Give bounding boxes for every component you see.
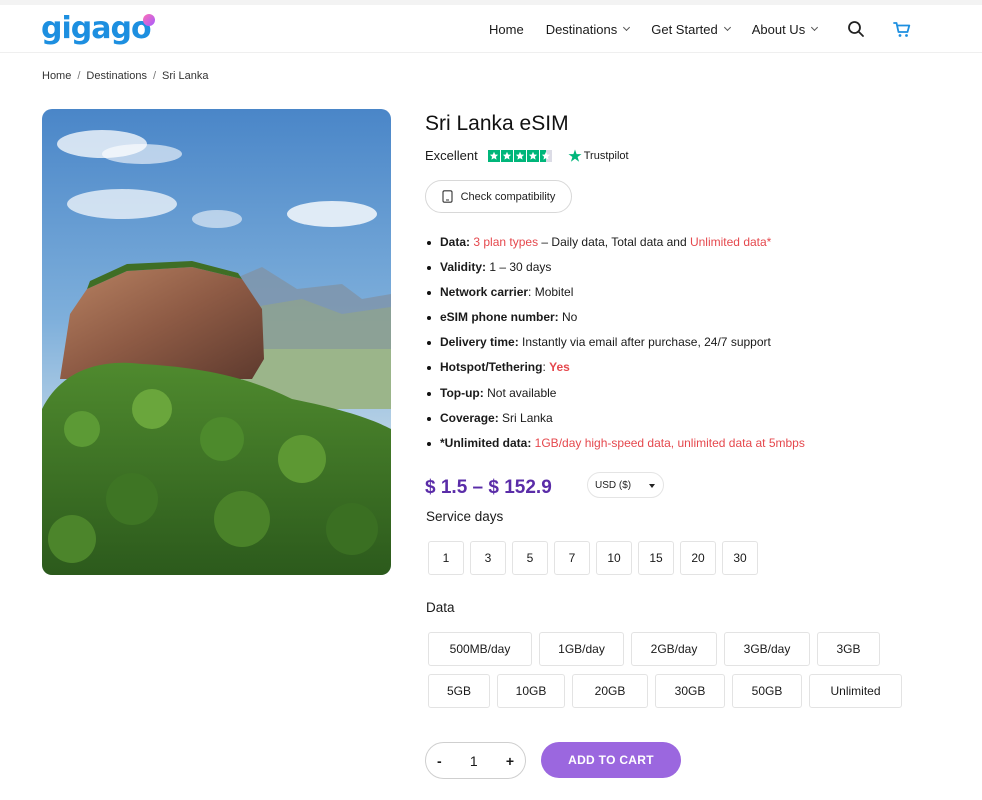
rating-stars: [487, 149, 552, 162]
nav-about-us-label: About Us: [751, 21, 806, 37]
nav-destinations[interactable]: Destinations: [545, 21, 631, 37]
product-image: [42, 109, 391, 575]
trustpilot-star-icon: [568, 149, 582, 162]
data-option[interactable]: 2GB/day: [631, 632, 717, 666]
data-option[interactable]: 1GB/day: [539, 632, 624, 666]
site-header: gigago Home Destinations Get Started Abo…: [0, 5, 982, 53]
data-option[interactable]: 3GB: [817, 632, 880, 666]
service-day-option[interactable]: 15: [638, 541, 674, 575]
spec-esim-phone-number: eSIM phone number: No: [427, 305, 805, 330]
rating-row: Excellent Trustpilot: [425, 148, 629, 163]
trustpilot-logo[interactable]: Trustpilot: [568, 149, 629, 163]
nav-destinations-label: Destinations: [545, 21, 618, 37]
price-range: $ 1.5 – $ 152.9: [425, 477, 552, 498]
data-option[interactable]: 10GB: [497, 674, 565, 708]
service-day-option[interactable]: 30: [722, 541, 758, 575]
add-to-cart-button[interactable]: ADD TO CART: [541, 742, 681, 778]
breadcrumb-home[interactable]: Home: [42, 70, 71, 82]
site-logo[interactable]: gigago: [41, 11, 155, 46]
breadcrumb-separator: /: [152, 70, 157, 82]
quantity-decrease-button[interactable]: -: [437, 753, 442, 769]
main-nav: Home Destinations Get Started About Us: [489, 5, 839, 53]
currency-value: USD ($): [595, 479, 632, 491]
spec-validity: Validity: 1 – 30 days: [427, 255, 805, 280]
nav-get-started[interactable]: Get Started: [651, 21, 731, 37]
spec-data: Data: 3 plan types – Daily data, Total d…: [427, 230, 805, 255]
currency-select[interactable]: USD ($): [587, 472, 664, 498]
quantity-stepper: - 1 +: [425, 742, 526, 779]
logo-dot-icon: [142, 14, 155, 26]
breadcrumb: Home / Destinations / Sri Lanka: [42, 70, 209, 82]
data-option[interactable]: 30GB: [655, 674, 725, 708]
data-option[interactable]: 20GB: [572, 674, 648, 708]
check-compatibility-button[interactable]: Check compatibility: [425, 180, 572, 213]
trustpilot-label: Trustpilot: [583, 149, 629, 162]
chevron-down-icon: [723, 23, 731, 32]
search-icon[interactable]: [845, 18, 867, 40]
cart-icon[interactable]: [891, 18, 913, 40]
quantity-value[interactable]: 1: [470, 753, 478, 769]
spec-coverage: Coverage: Sri Lanka: [427, 406, 805, 431]
service-days-options: 1 3 5 7 10 15 20 30: [428, 541, 758, 575]
nav-home-label: Home: [489, 21, 524, 37]
nav-get-started-label: Get Started: [651, 21, 718, 37]
check-compatibility-label: Check compatibility: [460, 190, 556, 203]
spec-network-carrier: Network carrier: Mobitel: [427, 280, 805, 305]
breadcrumb-current: Sri Lanka: [162, 70, 209, 82]
data-option[interactable]: 50GB: [732, 674, 802, 708]
breadcrumb-destinations[interactable]: Destinations: [86, 70, 147, 82]
chevron-down-icon: [623, 23, 631, 32]
data-option[interactable]: 3GB/day: [724, 632, 810, 666]
quantity-increase-button[interactable]: +: [506, 753, 514, 769]
service-days-label: Service days: [426, 509, 504, 524]
half-star-icon: [539, 149, 552, 162]
spec-delivery-time: Delivery time: Instantly via email after…: [427, 330, 805, 355]
product-title: Sri Lanka eSIM: [425, 112, 569, 135]
caret-down-icon: [649, 484, 655, 488]
star-icon: [513, 149, 526, 162]
spec-unlimited-data: *Unlimited data: 1GB/day high-speed data…: [427, 431, 805, 456]
star-icon: [500, 149, 513, 162]
product-specs: Data: 3 plan types – Daily data, Total d…: [427, 230, 805, 456]
data-option[interactable]: 500MB/day: [428, 632, 532, 666]
data-options-row-1: 500MB/day 1GB/day 2GB/day 3GB/day 3GB: [428, 632, 880, 666]
service-day-option[interactable]: 20: [680, 541, 716, 575]
service-day-option[interactable]: 7: [554, 541, 590, 575]
spec-hotspot: Hotspot/Tethering: Yes: [427, 355, 805, 380]
logo-text: gigago: [41, 11, 152, 46]
rating-label: Excellent: [425, 148, 478, 163]
service-day-option[interactable]: 1: [428, 541, 464, 575]
data-label: Data: [426, 600, 455, 615]
star-icon: [526, 149, 539, 162]
chevron-down-icon: [811, 23, 819, 32]
star-icon: [487, 149, 500, 162]
nav-about-us[interactable]: About Us: [751, 21, 819, 37]
data-options-row-2: 5GB 10GB 20GB 30GB 50GB Unlimited: [428, 674, 902, 708]
data-option[interactable]: 5GB: [428, 674, 490, 708]
phone-icon: [442, 190, 453, 203]
spec-top-up: Top-up: Not available: [427, 381, 805, 406]
breadcrumb-separator: /: [77, 70, 81, 82]
service-day-option[interactable]: 10: [596, 541, 632, 575]
service-day-option[interactable]: 5: [512, 541, 548, 575]
nav-home[interactable]: Home: [489, 22, 524, 37]
service-day-option[interactable]: 3: [470, 541, 506, 575]
data-option[interactable]: Unlimited: [809, 674, 902, 708]
